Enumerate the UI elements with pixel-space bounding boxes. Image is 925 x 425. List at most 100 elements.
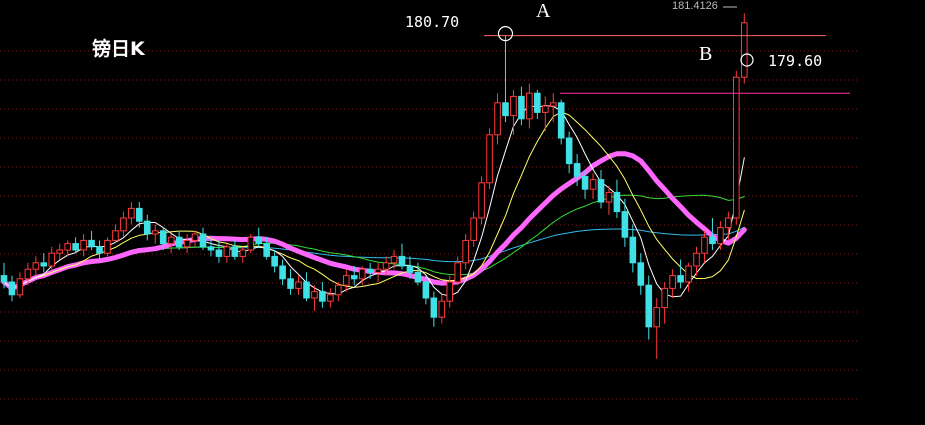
candle-down <box>263 243 270 257</box>
candle-up <box>247 236 255 251</box>
candle-up <box>151 230 159 235</box>
annotation-label-a: A <box>536 0 551 22</box>
annotation-label-b: B <box>699 43 713 65</box>
candle-down <box>255 236 263 245</box>
candle-up <box>112 230 119 241</box>
candle-up <box>549 102 557 107</box>
candle-up <box>661 287 668 309</box>
candle-up <box>693 252 700 267</box>
candle-up <box>510 95 517 117</box>
candle-up <box>605 191 613 203</box>
candle-up <box>128 207 135 219</box>
candle-down <box>287 278 294 289</box>
candle-up <box>733 76 740 219</box>
candle-up <box>589 179 597 190</box>
candle-down <box>96 246 103 254</box>
candle-up <box>717 227 724 245</box>
chart-title: 镑日K <box>92 38 145 60</box>
candle-up <box>725 217 732 229</box>
candle-down <box>621 211 629 238</box>
candle-down <box>72 243 79 251</box>
candle-down <box>88 239 95 248</box>
candle-up <box>183 239 191 248</box>
candle-down <box>534 92 541 113</box>
candle-up <box>48 252 56 267</box>
candle-down <box>40 262 48 267</box>
candle-down <box>175 236 183 248</box>
candle-up <box>701 236 708 254</box>
candle-up <box>16 278 24 296</box>
candle-down <box>319 291 326 302</box>
candle-up <box>335 284 342 296</box>
candle-up <box>653 307 661 328</box>
candle-down <box>136 207 143 222</box>
candle-down <box>366 268 374 273</box>
candle-up <box>740 22 748 78</box>
candle-up <box>374 268 382 273</box>
candle-up <box>438 300 446 318</box>
candle-down <box>597 179 605 203</box>
candle-down <box>637 262 645 286</box>
candle-down <box>581 175 589 190</box>
candle-down <box>573 163 581 177</box>
candle-up <box>223 246 231 257</box>
candle-down <box>398 255 406 267</box>
candle-up <box>295 281 302 289</box>
candle-down <box>143 220 151 235</box>
candle-up <box>120 217 127 232</box>
candle-down <box>502 102 509 117</box>
candle-down <box>303 281 310 299</box>
candle-down <box>557 102 565 139</box>
candle-up <box>669 275 676 289</box>
candle-up <box>478 182 485 219</box>
candle-up <box>358 268 366 280</box>
high-price-label: 181.4126 <box>672 0 718 12</box>
candle-up <box>342 275 350 286</box>
candle-up <box>239 249 247 257</box>
candle-up <box>191 233 199 241</box>
candle-down <box>231 246 239 257</box>
candle-down <box>8 281 16 296</box>
candle-down <box>159 230 167 245</box>
candle-up <box>494 102 501 136</box>
candle-up <box>541 105 549 113</box>
candle-down <box>406 265 414 273</box>
candle-down <box>677 275 684 283</box>
candle-up <box>80 239 87 251</box>
candle-down <box>414 271 422 283</box>
candle-up <box>526 92 533 120</box>
candle-up <box>24 268 32 280</box>
annotation-value-b: 179.60 <box>768 52 823 70</box>
candle-up <box>32 262 40 270</box>
candle-down <box>518 95 525 120</box>
candle-up <box>382 262 390 270</box>
candle-up <box>454 262 462 283</box>
candle-up <box>470 217 477 241</box>
candle-up <box>327 294 334 302</box>
candle-down <box>279 265 286 280</box>
candle-down <box>199 233 207 248</box>
candle-down <box>430 297 438 318</box>
candle-up <box>462 239 469 264</box>
candle-down <box>645 284 653 328</box>
candle-down <box>0 275 8 283</box>
candle-up <box>311 291 318 299</box>
candle-down <box>422 281 430 299</box>
candle-down <box>709 236 716 245</box>
candle-up <box>167 236 175 245</box>
candle-up <box>64 243 71 251</box>
candle-up <box>685 265 692 283</box>
candle-up <box>390 255 398 264</box>
candle-down <box>613 191 621 213</box>
candle-up <box>56 249 64 254</box>
candle-down <box>629 236 637 264</box>
candle-down <box>271 255 278 267</box>
candle-up <box>486 134 493 184</box>
candle-down <box>207 246 215 251</box>
annotation-value-a: 180.70 <box>405 13 460 31</box>
candle-up <box>446 281 454 302</box>
candle-up <box>104 239 111 254</box>
candle-down <box>350 275 358 280</box>
candle-down <box>565 137 573 165</box>
candle-down <box>215 249 223 257</box>
